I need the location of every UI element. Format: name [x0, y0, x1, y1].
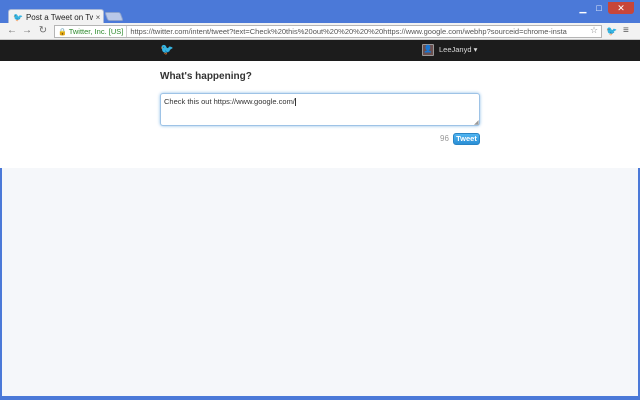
maximize-icon[interactable]: □	[592, 2, 606, 14]
text-caret	[294, 98, 296, 107]
forward-icon[interactable]: →	[21, 25, 33, 37]
minimize-icon[interactable]: ▁	[576, 2, 590, 14]
reload-icon[interactable]: ↻	[37, 25, 49, 37]
bookmark-star-icon[interactable]: ☆	[590, 25, 598, 36]
browser-tab[interactable]: 🐦 Post a Tweet on Twi ×	[8, 9, 104, 24]
tweet-button[interactable]: Tweet	[453, 133, 480, 145]
account-menu[interactable]: LeeJanyd ▾	[439, 45, 477, 54]
twitter-logo-icon[interactable]: 🐦	[160, 43, 174, 56]
close-tab-icon[interactable]: ×	[93, 13, 103, 22]
page-title: What's happening?	[160, 71, 252, 82]
twitter-topbar	[0, 40, 640, 61]
close-window-icon[interactable]: ✕	[608, 2, 634, 14]
resize-grip-icon[interactable]: ◢	[474, 119, 479, 126]
back-icon[interactable]: ←	[6, 25, 18, 37]
ev-label: Twitter, Inc. [US]	[68, 26, 124, 36]
tweet-textarea[interactable]: Check this out https://www.google.com/	[160, 93, 480, 126]
avatar-icon[interactable]: 👤	[422, 44, 434, 56]
twitter-extension-icon[interactable]: 🐦	[606, 26, 617, 37]
ev-certificate-badge[interactable]: 🔒 Twitter, Inc. [US]	[55, 26, 128, 37]
tab-title: Post a Tweet on Twi	[25, 12, 93, 22]
window-border-bottom	[0, 396, 640, 400]
lock-icon: 🔒	[58, 28, 67, 36]
url-text[interactable]: https://twitter.com/intent/tweet?text=Ch…	[130, 26, 567, 37]
new-tab-button[interactable]	[104, 12, 124, 21]
address-bar[interactable]: 🔒 Twitter, Inc. [US] https://twitter.com/…	[54, 25, 602, 38]
chrome-menu-icon[interactable]: ≡	[623, 25, 629, 36]
twitter-bird-icon: 🐦	[13, 12, 23, 22]
character-counter: 96	[440, 134, 449, 143]
tweet-text: Check this out https://www.google.com/	[164, 97, 295, 106]
